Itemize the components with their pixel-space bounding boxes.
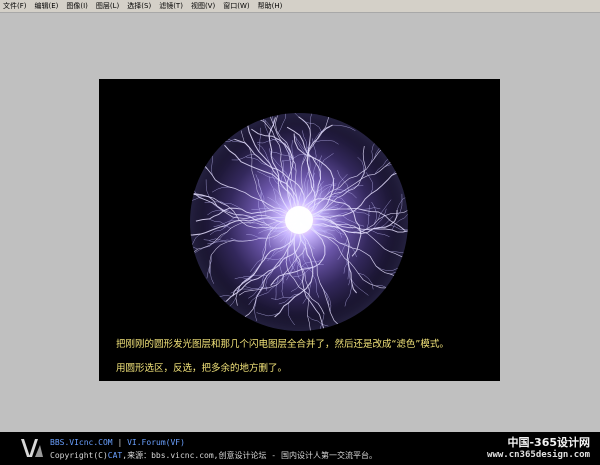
lightning-branch — [211, 138, 235, 146]
lightning-branch — [391, 159, 408, 176]
lightning-bolt — [298, 116, 315, 221]
plasma-ball-image — [190, 113, 408, 331]
vi-logo-icon — [21, 439, 43, 457]
lightning-branch — [190, 233, 201, 253]
lightning-branch — [258, 127, 262, 152]
lightning-branch — [270, 272, 292, 285]
copyright-prefix: Copyright(C) — [50, 451, 108, 460]
lightning-branch — [323, 177, 335, 200]
lightning-bolt — [243, 219, 300, 318]
menu-image[interactable]: 图像(I) — [62, 0, 92, 12]
lightning-bolt — [190, 217, 300, 236]
tutorial-caption-select: 用圆形选区，反选，把多余的地方删了。 — [116, 363, 288, 374]
lightning-branch — [312, 274, 320, 298]
lightning-branch — [342, 215, 365, 227]
lightning-branch — [309, 113, 313, 130]
lightning-branch — [373, 142, 391, 159]
lightning-branch — [245, 156, 268, 166]
lightning-bolt — [292, 219, 311, 331]
lightning-branch — [375, 265, 399, 271]
lightning-branch — [402, 257, 408, 281]
lightning-branch — [268, 223, 272, 248]
lightning-branch — [315, 140, 339, 145]
footer-banner: BBS.VIcnc.COM | VI.Forum(VF) Copyright(C… — [0, 432, 600, 465]
lightning-branch — [251, 207, 276, 211]
menu-view[interactable]: 视图(V) — [187, 0, 219, 12]
menu-bar: 文件(F) 编辑(E) 图像(I) 图层(L) 选择(S) 滤镜(T) 视图(V… — [0, 0, 600, 13]
menu-help[interactable]: 帮助(H) — [254, 0, 287, 12]
lightning-branch — [221, 138, 246, 144]
lightning-branch — [294, 113, 299, 117]
lightning-branch — [210, 151, 213, 176]
lightning-bolt — [202, 163, 300, 221]
lightning-branch — [328, 113, 332, 119]
lightning-branch — [207, 295, 232, 299]
menu-layer[interactable]: 图层(L) — [92, 0, 123, 12]
menu-file[interactable]: 文件(F) — [0, 0, 31, 12]
lightning-bolts — [190, 113, 408, 331]
lightning-branch — [257, 143, 271, 164]
menu-select[interactable]: 选择(S) — [123, 0, 155, 12]
copyright-author: CAT — [107, 451, 123, 460]
lightning-branch — [332, 124, 356, 131]
lightning-branch — [396, 195, 408, 211]
lightning-branch — [394, 160, 408, 170]
lightning-branch — [250, 254, 268, 272]
lightning-branch — [335, 189, 357, 199]
lightning-branch — [203, 238, 228, 243]
lightning-branch — [383, 142, 406, 148]
lightning-branch — [312, 159, 320, 182]
footer-separator: | — [117, 438, 123, 447]
lightning-branch — [288, 302, 295, 326]
copyright-source: ,来源：bbs.vicnc.com,创意设计论坛 - 国内设计人第一交流平台。 — [122, 451, 377, 460]
forum-link[interactable]: VI.Forum(VF) — [127, 438, 185, 447]
lightning-branch — [365, 172, 374, 195]
watermark-url: www.cn365design.com — [487, 450, 590, 460]
tutorial-caption-merge: 把刚刚的圆形发光图层和那几个闪电图层全合并了，然后还是改成“滤色”模式。 — [116, 339, 449, 350]
lightning-branch — [271, 296, 295, 300]
lightning-branch — [344, 283, 353, 307]
lightning-branch — [277, 113, 286, 135]
watermark-title: 中国-365设计网 — [507, 436, 590, 449]
glow-core — [285, 206, 313, 234]
lightning-branch — [202, 298, 227, 302]
lightning-branch — [190, 158, 208, 170]
menu-filter[interactable]: 滤镜(T) — [155, 0, 187, 12]
site-link[interactable]: BBS.VIcnc.COM — [50, 438, 113, 447]
lightning-branch — [389, 146, 407, 164]
footer-links: BBS.VIcnc.COM | VI.Forum(VF) — [50, 438, 185, 447]
lightning-branch — [258, 178, 263, 203]
menu-window[interactable]: 窗口(W) — [219, 0, 253, 12]
lightning-branch — [275, 276, 280, 300]
lightning-branch — [287, 248, 296, 271]
lightning-bolt — [298, 219, 342, 328]
lightning-branch — [371, 201, 377, 225]
lightning-branch — [315, 207, 339, 215]
lightning-branch — [307, 315, 329, 327]
lightning-branch — [262, 113, 265, 122]
menu-edit[interactable]: 编辑(E) — [31, 0, 63, 12]
footer-copyright: Copyright(C)CAT,来源：bbs.vicnc.com,创意设计论坛 … — [50, 450, 377, 461]
lightning-branch — [377, 199, 392, 220]
lightning-branch — [246, 234, 270, 239]
lightning-branch — [374, 156, 392, 175]
document-canvas[interactable]: 把刚刚的圆形发光图层和那几个闪电图层全合并了，然后还是改成“滤色”模式。 用圆形… — [99, 79, 500, 381]
